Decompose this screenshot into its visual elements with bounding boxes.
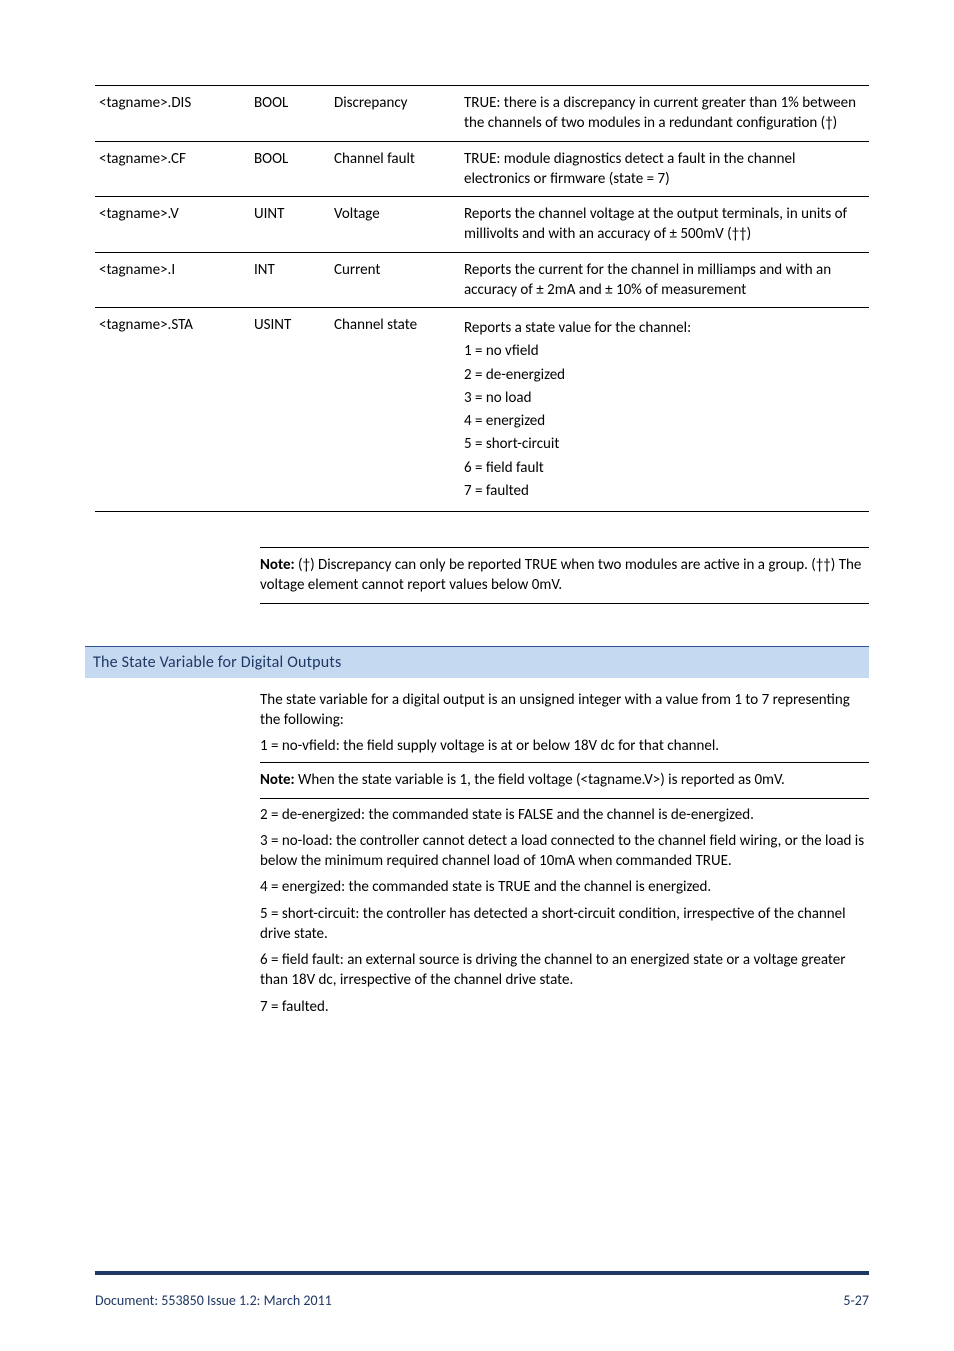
cell-tag: <tagname>.I (95, 252, 250, 308)
cell-name: Current (330, 252, 460, 308)
page-footer: Document: 553850 Issue 1.2: March 2011 5… (95, 1292, 869, 1309)
state-item: 5 = short-circuit (464, 434, 859, 454)
variable-table: <tagname>.DIS BOOL Discrepancy TRUE: the… (95, 85, 869, 512)
cell-name: Channel state (330, 308, 460, 512)
cell-name: Voltage (330, 197, 460, 253)
cell-tag: <tagname>.V (95, 197, 250, 253)
cell-name: Channel fault (330, 141, 460, 197)
paragraph: 2 = de-energized: the commanded state is… (260, 805, 869, 825)
cell-type: INT (250, 252, 330, 308)
body-text: The state variable for a digital output … (260, 690, 869, 1017)
paragraph: The state variable for a digital output … (260, 690, 869, 731)
note-block: Note: (†) Discrepancy can only be report… (260, 547, 869, 604)
footer-rule (95, 1271, 869, 1275)
paragraph: 5 = short-circuit: the controller has de… (260, 904, 869, 945)
cell-tag: <tagname>.STA (95, 308, 250, 512)
note-text: (†) Discrepancy can only be reported TRU… (260, 556, 861, 594)
cell-type: BOOL (250, 141, 330, 197)
note-label: Note: (260, 556, 295, 574)
state-lead: Reports a state value for the channel: (464, 318, 859, 338)
footer-doc-info: Document: 553850 Issue 1.2: March 2011 (95, 1292, 332, 1309)
section-heading: The State Variable for Digital Outputs (85, 646, 869, 678)
state-item: 6 = field fault (464, 458, 859, 478)
cell-desc: TRUE: there is a discrepancy in current … (460, 86, 869, 142)
note-label: Note: (260, 771, 295, 789)
cell-name: Discrepancy (330, 86, 460, 142)
cell-type: UINT (250, 197, 330, 253)
paragraph: 6 = field fault: an external source is d… (260, 950, 869, 991)
cell-type: BOOL (250, 86, 330, 142)
cell-desc: Reports the channel voltage at the outpu… (460, 197, 869, 253)
note-text: When the state variable is 1, the field … (295, 771, 785, 789)
cell-desc: Reports a state value for the channel: 1… (460, 308, 869, 512)
state-item: 7 = faulted (464, 481, 859, 501)
paragraph: 4 = energized: the commanded state is TR… (260, 877, 869, 897)
state-item: 2 = de-energized (464, 365, 859, 385)
cell-desc: TRUE: module diagnostics detect a fault … (460, 141, 869, 197)
state-item: 3 = no load (464, 388, 859, 408)
cell-tag: <tagname>.DIS (95, 86, 250, 142)
cell-type: USINT (250, 308, 330, 512)
state-item: 1 = no vfield (464, 341, 859, 361)
paragraph: 1 = no-vfield: the field supply voltage … (260, 736, 869, 756)
cell-desc: Reports the current for the channel in m… (460, 252, 869, 308)
cell-tag: <tagname>.CF (95, 141, 250, 197)
paragraph: 7 = faulted. (260, 997, 869, 1017)
state-item: 4 = energized (464, 411, 859, 431)
note-block: Note: When the state variable is 1, the … (260, 762, 869, 798)
paragraph: 3 = no-load: the controller cannot detec… (260, 831, 869, 872)
footer-page-number: 5-27 (843, 1292, 869, 1309)
